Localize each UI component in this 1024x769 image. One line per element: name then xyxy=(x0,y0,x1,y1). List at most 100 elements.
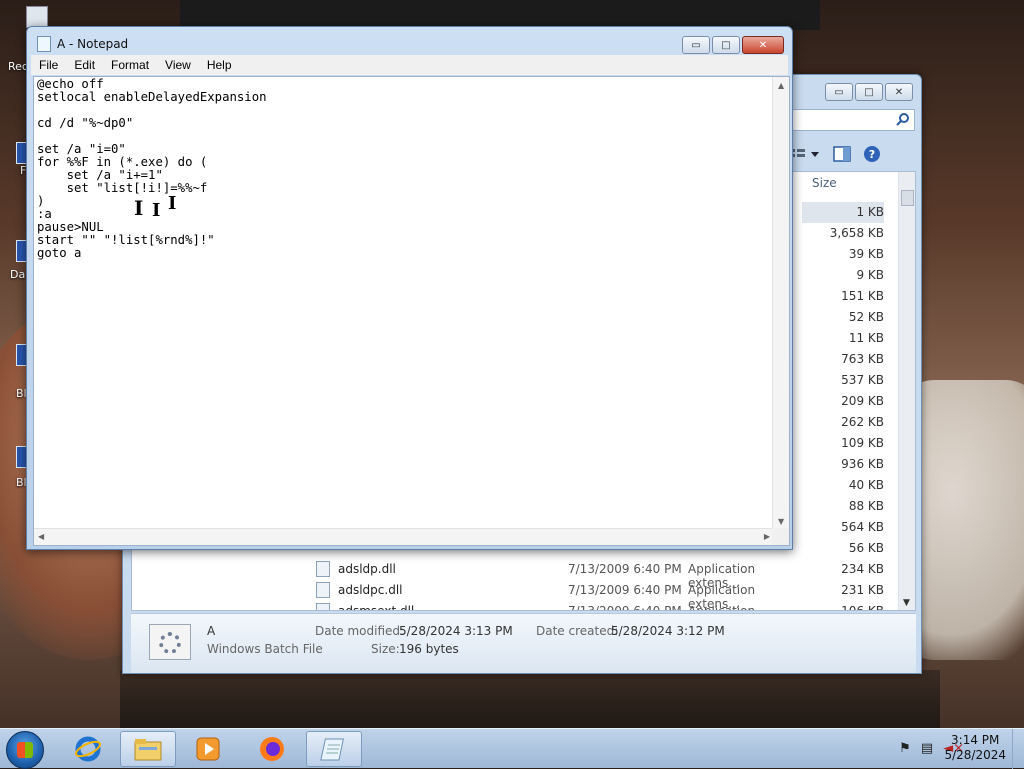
file-size-cell: 209 KB xyxy=(841,394,884,408)
notepad-icon xyxy=(320,738,344,761)
file-name: adsldp.dll xyxy=(338,562,396,576)
table-row[interactable]: adsldpc.dll 7/13/2009 6:40 PM Application … xyxy=(310,580,810,610)
internet-explorer-icon xyxy=(75,736,101,762)
taskbar-media-player[interactable] xyxy=(180,731,236,767)
scroll-down-icon[interactable]: ▼ xyxy=(903,598,910,608)
file-size-cell: 11 KB xyxy=(848,331,884,345)
file-size-cell: 9 KB xyxy=(856,268,884,282)
dll-file-icon xyxy=(316,561,330,577)
close-button[interactable]: ✕ xyxy=(742,36,784,54)
file-type: Application extens... xyxy=(688,604,756,611)
file-size-cell: 936 KB xyxy=(841,457,884,471)
maximize-icon: □ xyxy=(721,39,731,51)
view-options-icon[interactable] xyxy=(791,147,821,161)
dll-file-icon xyxy=(316,582,330,598)
minimize-button[interactable]: ▭ xyxy=(682,36,710,54)
menu-format[interactable]: Format xyxy=(103,58,157,72)
preview-pane-icon[interactable] xyxy=(833,146,851,162)
action-center-flag-icon[interactable]: ⚑ xyxy=(899,741,911,756)
start-button[interactable] xyxy=(6,731,44,769)
mouse-ibeam-cursor-ghost-icon: I xyxy=(168,193,177,214)
clock-date: 5/28/2024 xyxy=(944,748,1006,762)
clock-time: 3:14 PM xyxy=(951,733,1000,747)
file-size-cell: 106 KB xyxy=(841,604,884,611)
details-size-label: Size: xyxy=(371,642,400,656)
menu-file[interactable]: File xyxy=(31,58,66,72)
firefox-icon xyxy=(260,737,284,761)
taskbar-firefox[interactable] xyxy=(244,731,300,767)
menu-help[interactable]: Help xyxy=(199,58,240,72)
file-size-cell: 763 KB xyxy=(841,352,884,366)
close-icon: ✕ xyxy=(894,86,904,98)
explorer-toolbar: ? xyxy=(791,141,917,167)
close-icon: ✕ xyxy=(758,39,768,51)
search-icon xyxy=(896,113,909,126)
search-input[interactable] xyxy=(791,109,915,131)
details-pane: A Windows Batch File Date modified: 5/28… xyxy=(131,613,916,673)
taskbar-internet-explorer[interactable] xyxy=(60,731,116,767)
minimize-icon: ▭ xyxy=(691,39,701,51)
dll-file-icon xyxy=(316,603,330,610)
table-row[interactable]: adsldp.dll 7/13/2009 6:40 PM Application e… xyxy=(310,559,810,590)
file-size-cell: 88 KB xyxy=(848,499,884,513)
editor-content[interactable]: @echo off setlocal enableDelayedExpansio… xyxy=(37,78,267,260)
file-size-cell: 564 KB xyxy=(841,520,884,534)
editor-horizontal-scrollbar[interactable]: ◀ ▶ xyxy=(34,528,774,545)
file-size-cell: 262 KB xyxy=(841,415,884,429)
explorer-minimize-button[interactable]: ▭ xyxy=(825,83,853,101)
file-size-cell: 1 KB xyxy=(802,202,884,223)
file-date: 7/13/2009 6:40 PM xyxy=(568,604,682,611)
window-title: A - Notepad xyxy=(57,37,129,51)
file-size-cell: 3,658 KB xyxy=(829,226,884,240)
mouse-ibeam-cursor-icon: I xyxy=(134,196,144,220)
mouse-ibeam-cursor-shadow-icon: I xyxy=(152,200,161,221)
explorer-maximize-button[interactable]: □ xyxy=(855,83,883,101)
scroll-right-icon[interactable]: ▶ xyxy=(764,532,770,541)
scroll-down-icon[interactable]: ▼ xyxy=(778,517,784,526)
folder-icon xyxy=(134,739,162,761)
file-list-scrollbar[interactable]: ▼ xyxy=(898,172,915,610)
file-size-cell: 56 KB xyxy=(848,541,884,555)
menu-bar: File Edit Format View Help xyxy=(31,55,788,75)
file-size-cell: 40 KB xyxy=(848,478,884,492)
taskbar-notepad[interactable] xyxy=(306,731,362,767)
maximize-button[interactable]: □ xyxy=(712,36,740,54)
file-date: 7/13/2009 6:40 PM xyxy=(568,583,682,597)
table-row[interactable]: adsmsext.dll 7/13/2009 6:40 PM Application… xyxy=(310,601,810,611)
help-icon[interactable]: ? xyxy=(863,145,881,163)
clock[interactable]: 3:14 PM 5/28/2024 xyxy=(944,733,1006,763)
desktop-icon-label-recycle: Rec xyxy=(8,60,28,73)
file-size-cell: 231 KB xyxy=(841,583,884,597)
editor-vertical-scrollbar[interactable]: ▲ ▼ xyxy=(772,77,789,530)
windows-logo-icon xyxy=(17,742,33,758)
scroll-up-icon[interactable]: ▲ xyxy=(778,81,784,90)
notepad-app-icon[interactable] xyxy=(37,36,51,52)
file-size-cell: 537 KB xyxy=(841,373,884,387)
details-file-type: Windows Batch File xyxy=(207,642,323,656)
file-name: adsldpc.dll xyxy=(338,583,403,597)
explorer-close-button[interactable]: ✕ xyxy=(885,83,913,101)
network-icon[interactable]: ▤ xyxy=(921,741,933,756)
gear-icon xyxy=(159,632,181,654)
menu-edit[interactable]: Edit xyxy=(66,58,103,72)
details-created-label: Date created: xyxy=(536,624,619,638)
media-player-icon xyxy=(196,737,220,761)
show-desktop-button[interactable] xyxy=(1012,729,1024,769)
file-size-cell: 151 KB xyxy=(841,289,884,303)
scroll-left-icon[interactable]: ◀ xyxy=(38,532,44,541)
details-created-value: 5/28/2024 3:12 PM xyxy=(611,624,725,638)
size-grip[interactable] xyxy=(772,528,789,545)
desktop-icon-label-da: Da xyxy=(10,268,26,281)
taskbar: ⚑ ▤ ◄× 3:14 PM 5/28/2024 xyxy=(0,728,1024,769)
scrollbar-thumb[interactable] xyxy=(901,190,914,206)
menu-view[interactable]: View xyxy=(157,58,199,72)
svg-text:?: ? xyxy=(869,148,875,161)
notepad-window: A - Notepad ▭ □ ✕ File Edit Format View … xyxy=(26,26,793,550)
file-date: 7/13/2009 6:40 PM xyxy=(568,562,682,576)
maximize-icon: □ xyxy=(864,86,874,98)
text-editor[interactable]: @echo off setlocal enableDelayedExpansio… xyxy=(33,76,790,546)
column-header-size[interactable]: Size xyxy=(802,172,900,196)
details-file-name: A xyxy=(207,624,216,638)
file-name: adsmsext.dll xyxy=(338,604,415,611)
taskbar-windows-explorer[interactable] xyxy=(120,731,176,767)
